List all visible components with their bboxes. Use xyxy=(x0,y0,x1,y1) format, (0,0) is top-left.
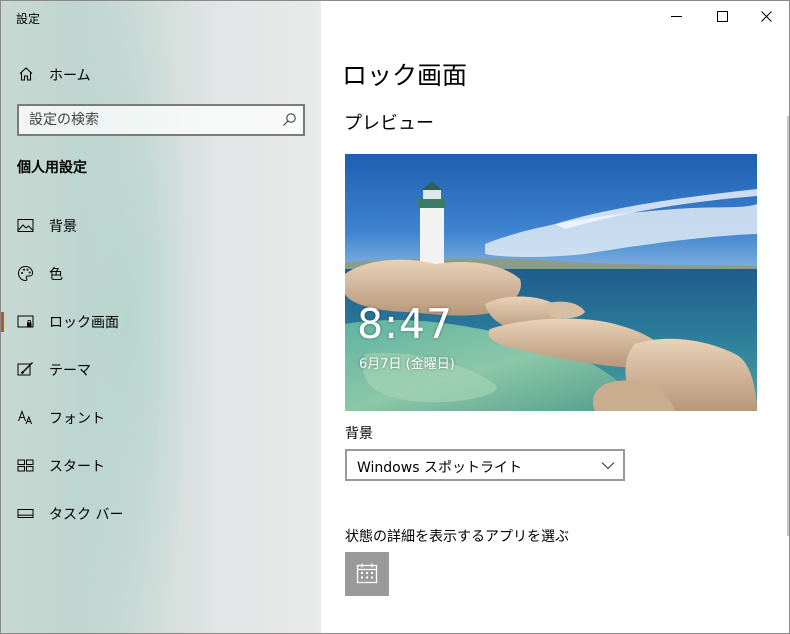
picture-icon xyxy=(17,219,34,232)
home-icon xyxy=(19,67,33,81)
sidebar-item-lock-screen[interactable]: ロック画面 xyxy=(0,301,321,341)
home-button[interactable]: ホーム xyxy=(0,56,321,92)
search-box[interactable] xyxy=(17,104,305,136)
maximize-button[interactable] xyxy=(700,0,746,34)
status-apps-label: 状態の詳細を表示するアプリを選ぶ xyxy=(345,529,569,545)
content-pane: ロック画面 プレビュー 8:47 6月7日 (金曜日) 背景 Windows ス… xyxy=(321,0,790,634)
preview-clock: 8:47 xyxy=(357,300,454,348)
lighthouse-coast-image xyxy=(345,154,757,411)
background-dropdown[interactable]: Windows スポットライト xyxy=(345,449,625,481)
lock-screen-icon xyxy=(17,315,34,328)
sidebar-item-label: テーマ xyxy=(49,363,91,379)
background-dropdown-value: Windows スポットライト xyxy=(357,460,522,476)
sidebar-item-themes[interactable]: テーマ xyxy=(0,349,321,389)
taskbar-icon xyxy=(17,509,34,518)
scrollbar[interactable] xyxy=(787,116,789,536)
minimize-button[interactable] xyxy=(654,0,700,34)
sidebar-item-colors[interactable]: 色 xyxy=(0,253,321,293)
sidebar-item-fonts[interactable]: フォント xyxy=(0,397,321,437)
sidebar-item-label: タスク バー xyxy=(49,507,124,523)
theme-icon xyxy=(17,362,33,376)
sidebar-item-label: ロック画面 xyxy=(49,315,119,331)
sidebar-item-taskbar[interactable]: タスク バー xyxy=(0,493,321,533)
font-icon xyxy=(18,410,33,425)
home-label: ホーム xyxy=(49,68,91,84)
sidebar-item-label: フォント xyxy=(49,411,105,427)
close-button[interactable] xyxy=(744,0,790,34)
search-icon[interactable] xyxy=(281,112,297,128)
sidebar-item-label: 色 xyxy=(49,267,63,283)
chevron-down-icon xyxy=(601,462,615,470)
close-icon xyxy=(761,11,772,22)
minimize-icon xyxy=(671,16,682,17)
app-title: 設定 xyxy=(16,12,41,26)
palette-icon xyxy=(17,265,34,282)
page-title: ロック画面 xyxy=(342,61,468,90)
start-icon xyxy=(17,459,34,472)
preview-heading: プレビュー xyxy=(344,113,434,134)
calendar-icon xyxy=(356,563,378,584)
preview-date: 6月7日 (金曜日) xyxy=(359,357,455,372)
sidebar-item-label: 背景 xyxy=(49,219,77,235)
background-label: 背景 xyxy=(345,426,373,442)
lock-screen-preview: 8:47 6月7日 (金曜日) xyxy=(345,154,757,411)
sidebar-item-label: スタート xyxy=(49,459,105,475)
status-app-button[interactable] xyxy=(345,552,389,596)
sidebar-item-start[interactable]: スタート xyxy=(0,445,321,485)
search-input[interactable] xyxy=(19,106,269,134)
section-title: 個人用設定 xyxy=(17,160,87,176)
maximize-icon xyxy=(717,11,728,22)
navigation-pane: 設定 ホーム 個人用設定 背景 色 xyxy=(0,0,321,634)
sidebar-item-background[interactable]: 背景 xyxy=(0,205,321,245)
